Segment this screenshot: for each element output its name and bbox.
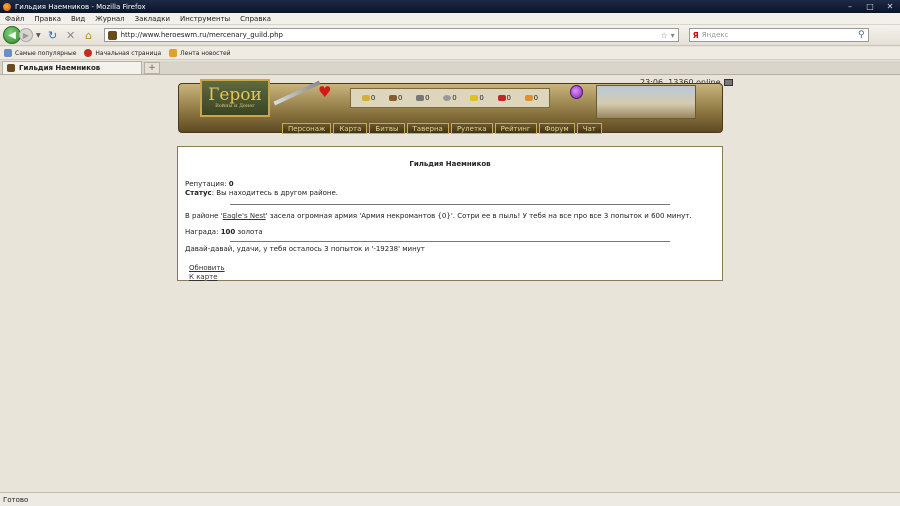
mercury-icon [443, 95, 452, 101]
status-bar: Готово [0, 492, 900, 506]
resource-mercury: 0 [443, 94, 457, 102]
navigation-toolbar: ◀ ▶ ▼ ↻ ✕ ⌂ http://www.heroeswm.ru/merce… [0, 25, 900, 46]
history-dropdown-icon[interactable]: ▼ [36, 32, 41, 39]
menu-file[interactable]: Файл [0, 15, 29, 23]
resource-wood: 0 [388, 94, 402, 102]
tab-title: Гильдия Наемников [19, 64, 101, 72]
reward-value: 100 [220, 228, 236, 237]
url-text[interactable]: http://www.heroeswm.ru/mercenary_guild.p… [121, 31, 283, 39]
game-logo[interactable]: Герои Войны и Денег [200, 79, 270, 117]
bookmark-folder-icon [4, 49, 12, 57]
ore-icon [416, 95, 425, 101]
reward-unit: золота [235, 228, 263, 237]
nav-battles[interactable]: Битвы [369, 123, 405, 134]
maximize-icon[interactable]: □ [860, 1, 880, 12]
tab-favicon [7, 64, 15, 72]
menu-edit[interactable]: Правка [29, 15, 66, 23]
search-icon[interactable]: ⚲ [858, 30, 865, 40]
status-label: Статус [185, 189, 212, 198]
gold-icon [361, 95, 370, 101]
tab-mercenary-guild[interactable]: Гильдия Наемников [2, 61, 142, 74]
bookmark-news-feed[interactable]: Лента новостей [169, 49, 231, 57]
gem-icon [524, 95, 533, 101]
remaining-text: Давай-давай, удачи, у тебя осталось 3 по… [185, 245, 425, 254]
minimize-icon[interactable]: – [840, 1, 860, 12]
resource-ore: 0 [416, 94, 430, 102]
window-controls: – □ ✕ [840, 1, 900, 12]
status-line: Статус: Вы находитесь в другом районе. [185, 189, 715, 198]
stop-icon[interactable]: ✕ [63, 27, 79, 43]
site-favicon [107, 30, 117, 40]
reward-label: Награда: [185, 228, 221, 237]
mission-post: ' засела огромная армия 'Армия некромант… [265, 212, 692, 221]
search-box[interactable]: Я Яндекс ⚲ [688, 28, 869, 42]
url-dropdown-icon[interactable]: ▾ [671, 31, 675, 40]
firefox-icon [3, 2, 11, 11]
game-nav: Персонаж Карта Битвы Таверна Рулетка Рей… [282, 123, 602, 134]
status-text: : Вы находитесь в другом районе. [211, 189, 339, 198]
reputation-line: Репутация: 0 [185, 180, 715, 189]
window-titlebar: Гильдия Наемников - Mozilla Firefox – □ … [0, 0, 900, 13]
wood-icon [388, 95, 397, 101]
forward-button[interactable]: ▶ [19, 28, 33, 42]
bookmark-most-visited[interactable]: Самые популярные [4, 49, 76, 57]
nav-forum[interactable]: Форум [538, 123, 575, 134]
menu-help[interactable]: Справка [235, 15, 276, 23]
close-icon[interactable]: ✕ [880, 1, 900, 12]
new-tab-button[interactable]: + [144, 62, 160, 74]
reload-icon[interactable]: ↻ [45, 27, 61, 43]
logo-subtitle: Войны и Денег [215, 103, 255, 109]
nav-map[interactable]: Карта [333, 123, 368, 134]
sulfur-icon [470, 95, 479, 101]
chat-window-icon[interactable] [723, 79, 733, 86]
refresh-link[interactable]: Обновить [189, 264, 715, 273]
bookmarks-toolbar: Самые популярные Начальная страница Лент… [0, 47, 900, 60]
resource-sulfur: 0 [470, 94, 484, 102]
controls: Обновить К карте [189, 264, 715, 282]
nav-character[interactable]: Персонаж [282, 123, 332, 134]
nav-rating[interactable]: Рейтинг [494, 123, 537, 134]
menu-tools[interactable]: Инструменты [175, 15, 235, 23]
bookmark-start-page[interactable]: Начальная страница [84, 49, 161, 57]
resources-bar: 0 0 0 0 0 0 0 [350, 88, 550, 108]
divider-2 [230, 241, 670, 243]
resource-crystals: 0 [497, 94, 511, 102]
mana-potion-icon [570, 85, 583, 99]
divider-1 [230, 204, 670, 206]
url-bar[interactable]: http://www.heroeswm.ru/mercenary_guild.p… [103, 28, 679, 42]
status-text: Готово [3, 495, 29, 504]
mission-location-link[interactable]: Eagle's Nest [223, 212, 266, 220]
castle-image [596, 85, 696, 119]
nav-roulette[interactable]: Рулетка [450, 123, 493, 134]
crystal-icon [497, 95, 506, 101]
search-input[interactable]: Яндекс [702, 31, 729, 39]
resource-gold: 0 [361, 94, 375, 102]
reputation-value: 0 [228, 180, 234, 189]
game-header: Герои Войны и Денег ♥ 0 0 0 0 0 0 0 Перс… [178, 77, 723, 135]
firefox-small-icon [84, 49, 93, 57]
window-title: Гильдия Наемников - Mozilla Firefox [15, 2, 146, 11]
bookmark-star-icon[interactable]: ☆ [660, 31, 667, 40]
logo-text: Герои [208, 85, 262, 105]
menu-history[interactable]: Журнал [90, 15, 129, 23]
rss-folder-icon [169, 49, 178, 57]
mission-pre: В районе ' [185, 212, 223, 221]
menu-view[interactable]: Вид [66, 15, 90, 23]
reward-line: Награда: 100 золота [185, 228, 715, 237]
to-map-link[interactable]: К карте [189, 273, 715, 282]
nav-tavern[interactable]: Таверна [406, 123, 449, 134]
reputation-label: Репутация: [185, 180, 227, 189]
guild-panel: Гильдия Наемников Репутация: 0 Статус: В… [177, 146, 723, 281]
health-heart-icon: ♥ [318, 83, 332, 101]
mission-text: В районе 'Eagle's Nest' засела огромная … [185, 212, 715, 221]
page-title: Гильдия Наемников [409, 160, 491, 168]
menu-bookmarks[interactable]: Закладки [130, 15, 175, 23]
nav-chat[interactable]: Чат [576, 123, 602, 134]
yandex-icon[interactable]: Я [693, 31, 699, 40]
home-icon[interactable]: ⌂ [81, 27, 97, 43]
resource-gems: 0 [524, 94, 538, 102]
menu-bar: Файл Правка Вид Журнал Закладки Инструме… [0, 13, 900, 25]
tab-bar: Гильдия Наемников + [0, 61, 900, 75]
